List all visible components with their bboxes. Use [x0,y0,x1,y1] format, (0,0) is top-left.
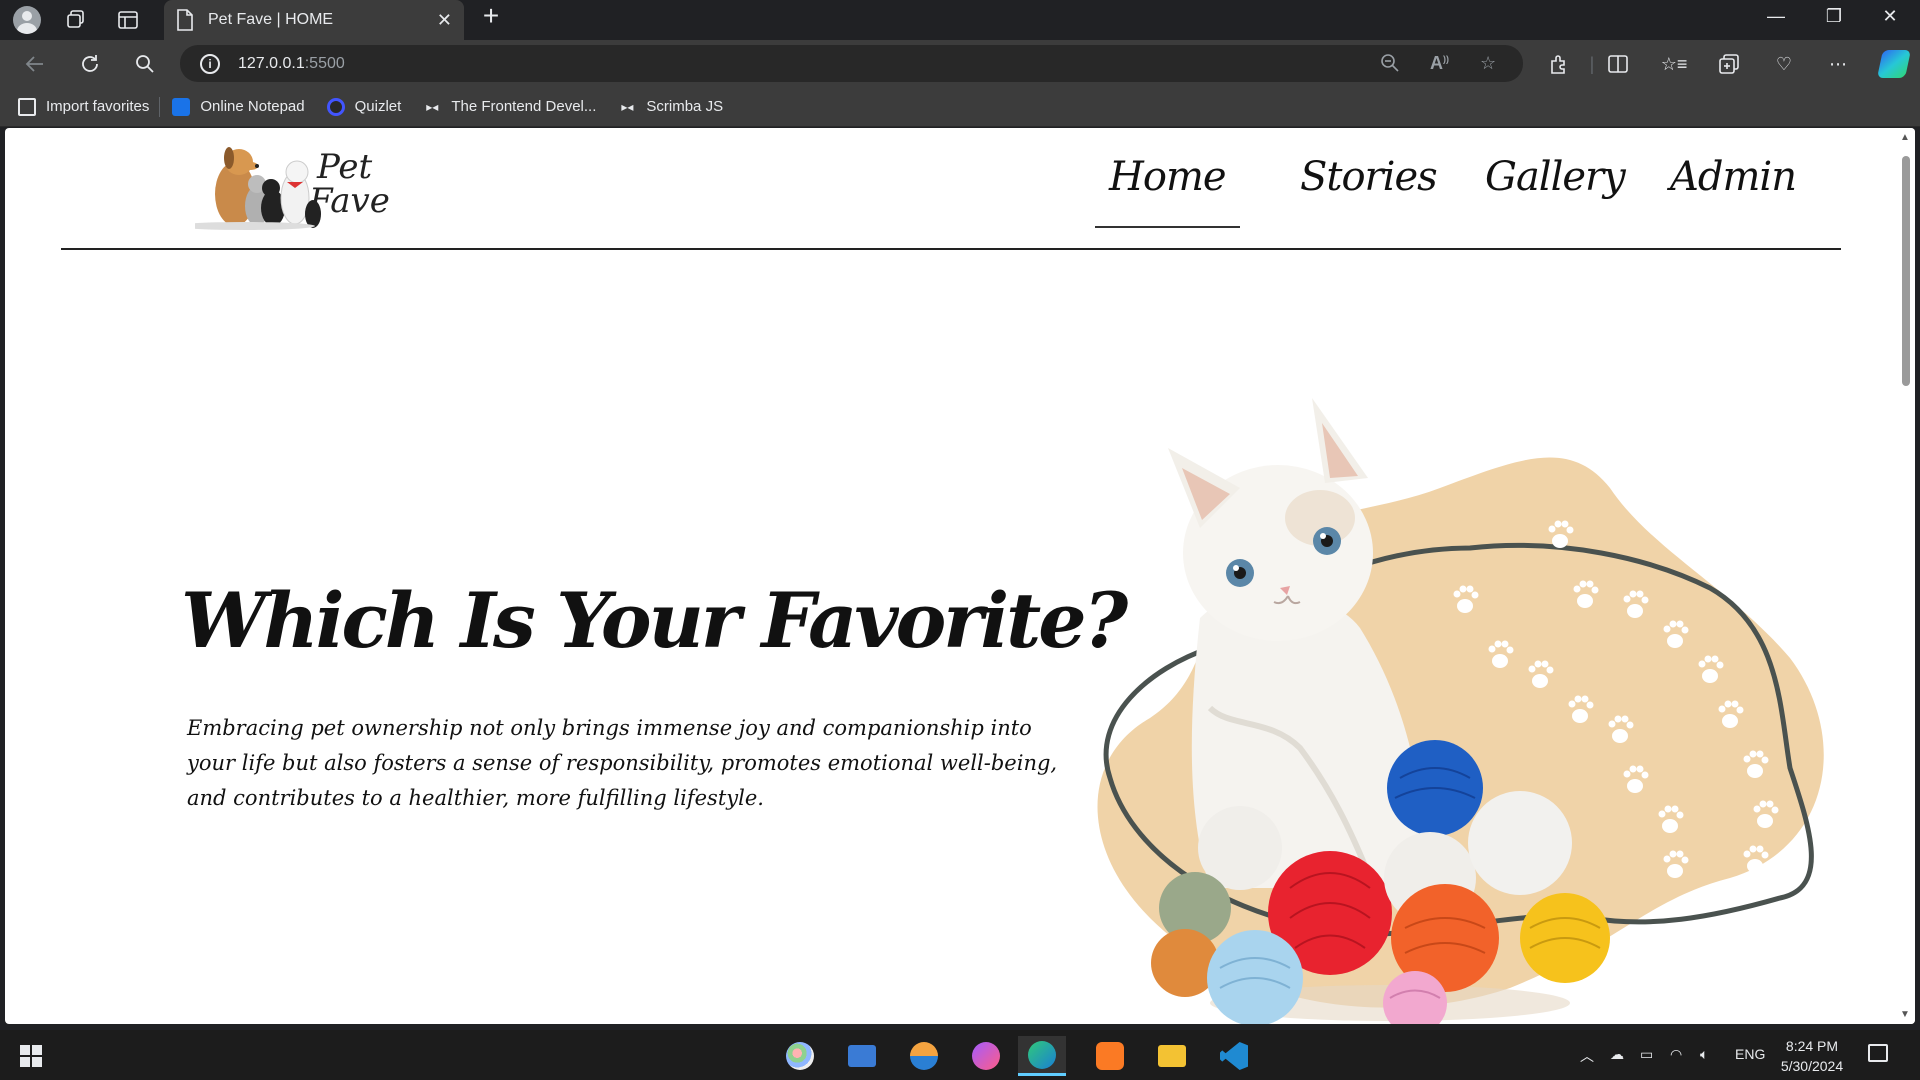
xampp-icon[interactable] [1086,1036,1134,1076]
read-aloud-icon[interactable]: A)) [1430,53,1449,74]
favorite-star-icon[interactable]: ☆ [1480,53,1496,74]
new-tab-button[interactable]: + [477,0,505,31]
notification-icon[interactable] [1868,1044,1888,1062]
bookmark-frontend-developer[interactable]: ▸◂ The Frontend Devel... [423,98,596,116]
messenger-icon[interactable] [962,1036,1010,1076]
bookmark-online-notepad[interactable]: Online Notepad [172,97,305,116]
scrimba-icon: ▸◂ [426,99,439,114]
site-info-icon[interactable]: i [200,53,220,74]
nav-home[interactable]: Home [1095,154,1240,228]
back-button[interactable] [20,49,50,79]
address-bar[interactable]: i 127.0.0.1:5500 A)) ☆ [180,45,1523,82]
zoom-out-icon[interactable] [1380,53,1400,78]
onedrive-icon[interactable]: ☁ [1610,1046,1624,1063]
browser-essentials-icon[interactable]: ♡ [1772,52,1796,76]
clock-date: 5/30/2024 [1780,1058,1844,1074]
bookmark-scrimba-js[interactable]: ▸◂ Scrimba JS [618,98,723,116]
favorites-icon[interactable]: ☆≡ [1661,52,1688,76]
file-explorer-icon[interactable] [1148,1036,1196,1076]
bookmark-import-favorites[interactable]: Import favorites [18,97,149,116]
scroll-up-icon[interactable]: ▲ [1900,132,1910,143]
more-options-icon[interactable]: ⋯ [1826,52,1850,76]
nav-gallery[interactable]: Gallery [1485,154,1626,200]
tray-chevron-icon[interactable]: ︿ [1580,1046,1594,1066]
volume-icon[interactable]: 🔈︎ [1700,1046,1708,1063]
windows-taskbar: ︿ ☁ ▭ ◠ 🔈︎ ENG 8:24 PM 5/30/2024 [0,1030,1920,1080]
search-icon [136,55,154,73]
workspaces-icon[interactable] [62,6,90,34]
toolbox-icon[interactable] [900,1036,948,1076]
hero-description: Embracing pet ownership not only brings … [187,716,1058,810]
toolbar-divider: | [1589,53,1595,74]
logo-text[interactable]: Pet Fave [309,150,390,218]
collections-icon[interactable] [1717,52,1741,76]
hero-title: Which Is Your Favorite? [181,576,1128,665]
edge-icon[interactable] [1018,1036,1066,1076]
scrimba-icon: ▸◂ [621,99,634,114]
search-button[interactable] [130,49,160,79]
url-text: 127.0.0.1:5500 [238,54,345,72]
clock-time: 8:24 PM [1785,1038,1839,1054]
split-screen-icon[interactable] [1606,52,1630,76]
tab-bar: Pet Fave | HOME ✕ + — ❐ ✕ [0,0,1920,40]
import-icon [18,97,36,116]
system-clock[interactable]: 8:24 PM 5/30/2024 [1772,1036,1852,1076]
reload-button[interactable] [75,49,105,79]
windows-start-icon[interactable] [20,1045,42,1067]
scroll-down-icon[interactable]: ▼ [1900,1009,1910,1020]
wifi-icon[interactable]: ◠ [1670,1046,1682,1063]
tab-active[interactable]: Pet Fave | HOME ✕ [164,0,464,40]
tab-close-icon[interactable]: ✕ [437,10,452,31]
profile-icon[interactable] [13,6,41,34]
page-icon [177,9,193,31]
paint-icon[interactable] [776,1036,824,1076]
reload-icon [82,55,98,72]
minimize-button[interactable]: — [1756,6,1796,27]
quizlet-icon [326,97,345,116]
vscode-icon[interactable] [1210,1036,1258,1076]
nav-stories[interactable]: Stories [1300,154,1438,200]
language-indicator[interactable]: ENG [1735,1046,1765,1062]
page-scrollbar[interactable]: ▲ ▼ [1897,128,1915,1024]
battery-icon[interactable]: ▭ [1640,1046,1653,1063]
kitten-with-yarn-illustration [1097,398,1824,1024]
browser-toolbar: i 127.0.0.1:5500 A)) ☆ | ☆≡ ♡ ⋯ [0,40,1920,87]
remote-desktop-icon[interactable] [838,1036,886,1076]
back-arrow-icon [25,56,43,72]
nav-admin[interactable]: Admin [1670,154,1797,200]
bookmark-quizlet[interactable]: Quizlet [326,97,401,116]
scrollbar-thumb[interactable] [1902,156,1910,386]
notepad-icon [172,97,191,116]
bookmarks-bar: Import favorites Online Notepad Quizlet … [0,87,1920,127]
restore-button[interactable]: ❐ [1814,6,1854,27]
close-window-button[interactable]: ✕ [1870,6,1910,27]
page-viewport: Pet Fave Home Stories Gallery Admin Whic… [5,128,1915,1024]
extensions-icon[interactable] [1547,52,1571,76]
bookmarks-divider [159,96,161,117]
tab-title: Pet Fave | HOME [208,11,334,28]
vertical-tabs-icon[interactable] [114,6,142,34]
